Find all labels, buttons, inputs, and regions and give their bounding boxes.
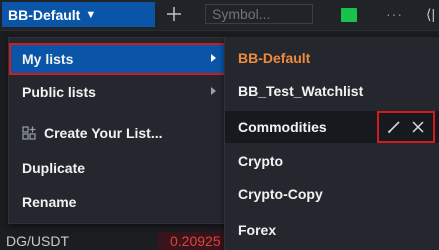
- menu-item-create-list[interactable]: Create Your List...: [9, 117, 226, 149]
- add-watchlist-button[interactable]: [164, 3, 184, 25]
- list-item-label: Crypto: [238, 153, 284, 169]
- symbol-search-input[interactable]: [205, 4, 313, 24]
- menu-item-label: Duplicate: [22, 160, 86, 176]
- menu-item-public-lists[interactable]: Public lists: [9, 76, 226, 108]
- plus-icon: [167, 7, 181, 21]
- list-item-commodities[interactable]: Commodities: [225, 111, 439, 143]
- list-item-label: BB-Default: [238, 50, 311, 66]
- menu-item-rename[interactable]: Rename: [9, 186, 226, 218]
- symbol-pair: DG/USDT: [6, 233, 69, 249]
- menu-item-label: Rename: [22, 194, 77, 210]
- list-item-label: Commodities: [238, 119, 327, 135]
- menu-item-duplicate[interactable]: Duplicate: [9, 152, 226, 184]
- caret-down-icon: ▼: [85, 8, 97, 21]
- menu-item-label: Public lists: [22, 84, 96, 100]
- list-item-actions: [377, 111, 435, 143]
- create-list-icon: [22, 126, 36, 140]
- list-item-crypto-copy[interactable]: Crypto-Copy: [225, 178, 439, 210]
- list-item-bb-test-watchlist[interactable]: BB_Test_Watchlist: [225, 75, 439, 107]
- menu-item-label: Create Your List...: [44, 125, 163, 141]
- menu-item-label: My lists: [22, 51, 74, 67]
- list-item-label: Forex: [238, 222, 277, 238]
- pencil-icon[interactable]: [387, 120, 401, 134]
- list-item-label: BB_Test_Watchlist: [238, 83, 364, 99]
- watchlist-name: BB-Default: [8, 6, 81, 23]
- list-item-forex[interactable]: Forex: [225, 214, 439, 246]
- collapse-panel-button[interactable]: ⟨|: [426, 6, 435, 23]
- my-lists-submenu: BB-Default BB_Test_Watchlist Commodities…: [224, 37, 439, 250]
- more-options-button[interactable]: ···: [386, 6, 403, 22]
- list-item-label: Crypto-Copy: [238, 186, 323, 202]
- watchlist-toolbar: BB-Default ▼ ··· ⟨|: [0, 0, 439, 31]
- menu-item-my-lists[interactable]: My lists: [9, 43, 226, 75]
- list-item-bb-default[interactable]: BB-Default: [225, 42, 439, 74]
- close-icon[interactable]: [411, 120, 425, 134]
- status-indicator[interactable]: [341, 8, 357, 22]
- list-item-crypto[interactable]: Crypto: [225, 145, 439, 177]
- watchlist-select-button[interactable]: BB-Default ▼: [2, 2, 155, 27]
- watchlist-menu: My lists Public lists Create Your List..…: [8, 37, 227, 224]
- chevron-right-icon: [211, 87, 216, 95]
- chevron-right-icon: [211, 54, 216, 62]
